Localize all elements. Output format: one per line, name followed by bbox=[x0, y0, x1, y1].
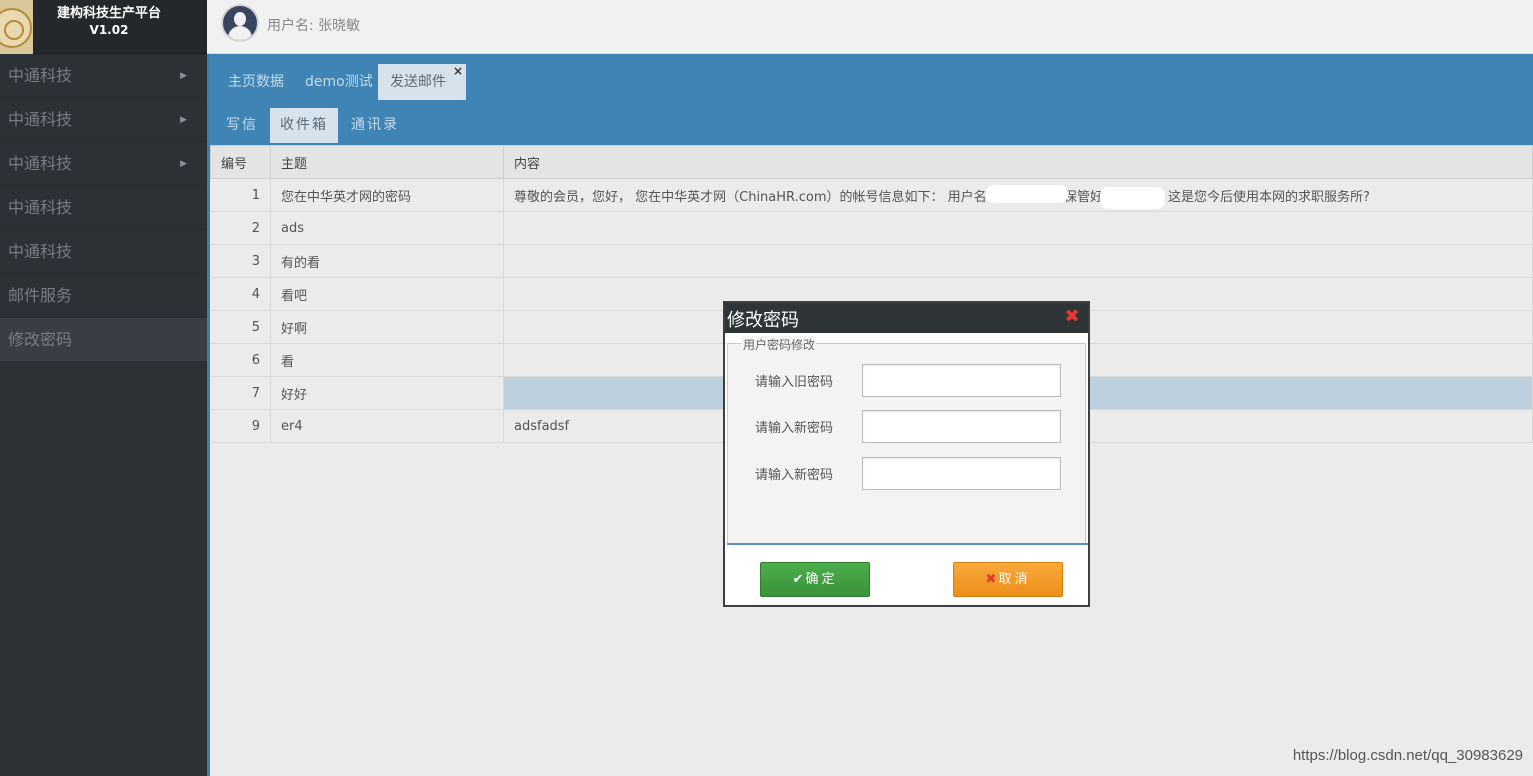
sidebar-item-4[interactable]: 中通科技 bbox=[0, 186, 207, 230]
chevron-right-icon: ▶ bbox=[180, 159, 187, 169]
table-row[interactable]: 2 ads bbox=[210, 211, 1533, 245]
cross-icon: ✖ bbox=[985, 572, 997, 587]
dialog-header: 修改密码 ✖ bbox=[725, 303, 1088, 333]
cell-id: 5 bbox=[210, 310, 271, 344]
subtab-write[interactable]: 写信 bbox=[216, 108, 268, 143]
close-icon[interactable]: × bbox=[453, 53, 463, 89]
cell-id: 2 bbox=[210, 211, 271, 245]
cell-content bbox=[503, 211, 1533, 245]
password-fieldset: 用户密码修改 请输入旧密码 请输入新密码 请输入新密码 bbox=[727, 336, 1086, 544]
table-header-row: 编号 主题 内容 bbox=[210, 145, 1533, 179]
subtab-inbox[interactable]: 收件箱 bbox=[270, 108, 338, 143]
column-header-subject[interactable]: 主题 bbox=[270, 145, 504, 179]
column-header-id[interactable]: 编号 bbox=[210, 145, 271, 179]
cancel-button[interactable]: ✖ 取消 bbox=[953, 562, 1063, 597]
redaction-mark bbox=[1100, 187, 1165, 209]
cell-id: 1 bbox=[210, 178, 271, 212]
chevron-right-icon: ▶ bbox=[180, 115, 187, 125]
tab-demo[interactable]: demo测试 bbox=[293, 64, 385, 100]
sidebar-item-label: 中通科技 bbox=[8, 110, 73, 129]
new-password-input[interactable] bbox=[862, 410, 1061, 443]
change-password-dialog: 修改密码 ✖ 用户密码修改 请输入旧密码 请输入新密码 请输入新密码 ✔ 确定 ✖… bbox=[723, 301, 1090, 607]
cell-subject: er4 bbox=[270, 409, 504, 443]
sidebar: 建构科技生产平台 V1.02 中通科技 ▶ 中通科技 ▶ 中通科技 ▶ 中通科技 中通… bbox=[0, 0, 207, 776]
old-password-label: 请输入旧密码 bbox=[755, 375, 834, 390]
sidebar-item-label: 中通科技 bbox=[8, 198, 73, 217]
cell-subject: 看吧 bbox=[270, 277, 504, 311]
table-row[interactable]: 1 您在中华英才网的密码 尊敬的会员，您好， 您在中华英才网（ChinaHR.com… bbox=[210, 178, 1533, 212]
avatar[interactable] bbox=[221, 4, 259, 42]
cell-subject: 有的看 bbox=[270, 244, 504, 278]
username-label: 用户名: 张晓敏 bbox=[267, 18, 361, 34]
sidebar-item-label: 中通科技 bbox=[8, 66, 73, 85]
sidebar-item-label: 中通科技 bbox=[8, 154, 73, 173]
confirm-password-label: 请输入新密码 bbox=[755, 468, 834, 483]
logo-image bbox=[0, 0, 33, 54]
cell-id: 7 bbox=[210, 376, 271, 410]
chevron-right-icon: ▶ bbox=[180, 71, 187, 81]
confirm-password-input[interactable] bbox=[862, 457, 1061, 490]
column-header-content[interactable]: 内容 bbox=[503, 145, 1533, 179]
check-icon: ✔ bbox=[792, 572, 804, 587]
redaction-mark bbox=[986, 185, 1068, 203]
logo-area: 建构科技生产平台 V1.02 bbox=[0, 0, 207, 54]
sidebar-item-label: 中通科技 bbox=[8, 242, 73, 261]
tabs-bar: 主页数据 demo测试 发送邮件 × 写信 收件箱 通讯录 bbox=[210, 54, 1533, 145]
sidebar-item-mail-service[interactable]: 邮件服务 bbox=[0, 274, 207, 318]
sidebar-item-1[interactable]: 中通科技 ▶ bbox=[0, 54, 207, 98]
watermark: https://blog.csdn.net/qq_30983629 bbox=[1292, 747, 1523, 764]
cell-subject: 好啊 bbox=[270, 310, 504, 344]
app-title: 建构科技生产平台 bbox=[56, 6, 161, 21]
sidebar-item-2[interactable]: 中通科技 ▶ bbox=[0, 98, 207, 142]
fieldset-legend: 用户密码修改 bbox=[742, 336, 817, 353]
tab-send-mail[interactable]: 发送邮件 × bbox=[378, 64, 466, 100]
top-bar: 用户名: 张晓敏 bbox=[207, 0, 1533, 54]
cell-id: 6 bbox=[210, 343, 271, 377]
confirm-button-label: 确定 bbox=[805, 572, 838, 587]
old-password-input[interactable] bbox=[862, 364, 1061, 397]
sidebar-item-5[interactable]: 中通科技 bbox=[0, 230, 207, 274]
sidebar-menu: 中通科技 ▶ 中通科技 ▶ 中通科技 ▶ 中通科技 中通科技 邮件服务 修改密码 bbox=[0, 54, 207, 362]
table-row[interactable]: 3 有的看 bbox=[210, 244, 1533, 278]
sidebar-item-label: 邮件服务 bbox=[8, 286, 73, 305]
cell-subject: 您在中华英才网的密码 bbox=[270, 178, 504, 212]
cell-content bbox=[503, 244, 1533, 278]
app-version: V1.02 bbox=[89, 23, 129, 37]
cell-id: 9 bbox=[210, 409, 271, 443]
cancel-button-label: 取消 bbox=[998, 572, 1031, 587]
cell-id: 4 bbox=[210, 277, 271, 311]
sidebar-item-change-password[interactable]: 修改密码 bbox=[0, 318, 207, 362]
tab-home-data[interactable]: 主页数据 bbox=[216, 64, 296, 100]
subtab-contacts[interactable]: 通讯录 bbox=[341, 108, 409, 143]
tab-label: 发送邮件 bbox=[390, 74, 446, 90]
sidebar-item-3[interactable]: 中通科技 ▶ bbox=[0, 142, 207, 186]
cell-subject: 好好 bbox=[270, 376, 504, 410]
new-password-label: 请输入新密码 bbox=[755, 421, 834, 436]
close-icon[interactable]: ✖ bbox=[1064, 308, 1080, 326]
dialog-title: 修改密码 bbox=[727, 310, 799, 331]
cell-subject: 看 bbox=[270, 343, 504, 377]
cell-subject: ads bbox=[270, 211, 504, 245]
confirm-button[interactable]: ✔ 确定 bbox=[760, 562, 870, 597]
cell-id: 3 bbox=[210, 244, 271, 278]
sidebar-item-label: 修改密码 bbox=[8, 330, 73, 349]
divider bbox=[727, 543, 1088, 545]
